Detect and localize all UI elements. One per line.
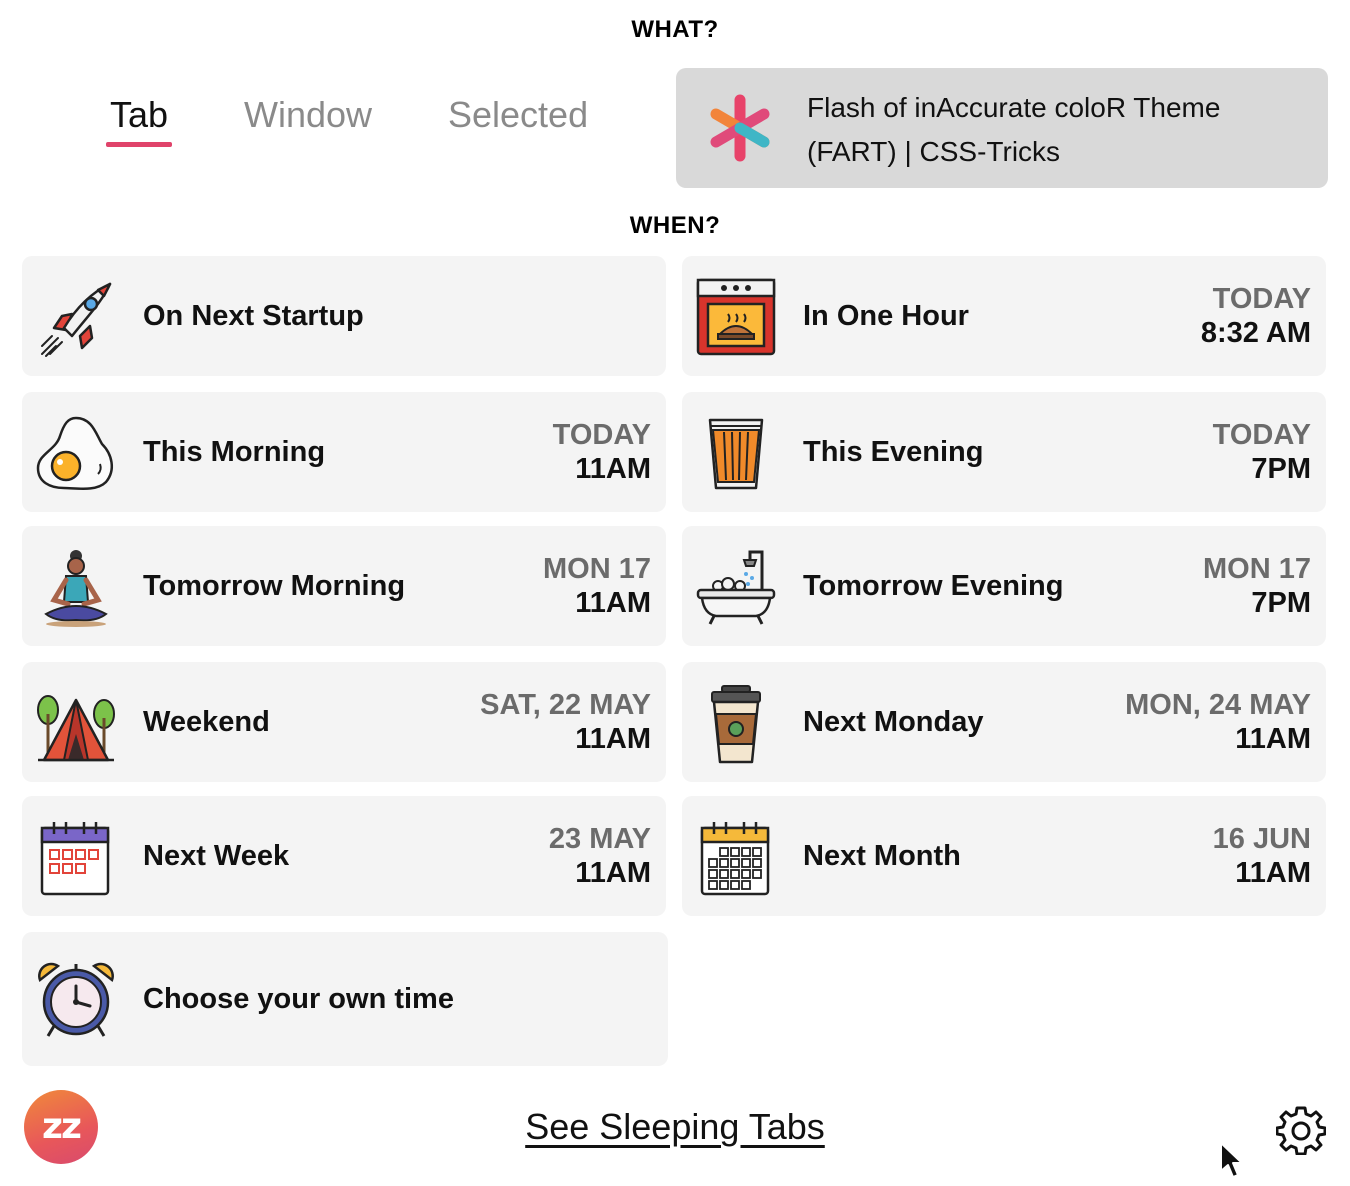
option-this-morning[interactable]: This Morning TODAY 11AM [22,392,666,512]
option-label: Next Month [803,840,961,872]
option-label: Choose your own time [143,983,454,1015]
option-next-month[interactable]: Next Month 16 JUN 11AM [682,796,1326,916]
option-day: TODAY [1212,419,1311,451]
option-day: TODAY [552,419,651,451]
option-day: SAT, 22 MAY [480,689,651,721]
option-day: TODAY [1212,283,1311,315]
alarm-clock-icon [38,962,114,1037]
oven-icon [696,278,776,356]
tab-selected[interactable]: Selected [448,94,588,136]
option-time: 11AM [575,453,651,485]
option-time: 11AM [575,587,651,619]
tent-icon [37,695,115,762]
option-when: MON, 24 MAY 11AM [1125,688,1311,756]
tab-tab-label: Tab [110,94,169,135]
yoga-person-icon [44,550,108,627]
option-tomorrow-morning[interactable]: Tomorrow Morning MON 17 11AM [22,526,666,646]
fried-egg-icon [36,416,114,490]
option-when: TODAY 8:32 AM [1201,282,1311,350]
option-label: Next Week [143,840,290,872]
option-label: Weekend [143,706,270,738]
footer-link-container: See Sleeping Tabs [0,1106,1350,1148]
option-when: MON 17 11AM [543,552,651,620]
option-in-one-hour[interactable]: In One Hour TODAY 8:32 AM [682,256,1326,376]
rocket-icon [41,282,112,357]
month-calendar-icon [700,822,770,896]
option-when: MON 17 7PM [1203,552,1311,620]
week-calendar-icon [40,822,110,896]
coffee-cup-icon [711,685,761,764]
option-label: On Next Startup [143,300,364,332]
selected-page-card: Flash of inAccurate coloR Theme (FART) |… [676,68,1328,188]
option-this-evening[interactable]: This Evening TODAY 7PM [682,392,1326,512]
option-when: TODAY 7PM [1213,418,1311,486]
option-label: Next Monday [803,706,984,738]
option-time: 7PM [1251,453,1311,485]
asterisk-favicon-icon [710,94,770,162]
bathtub-icon [696,550,776,625]
option-label: In One Hour [803,300,969,332]
see-sleeping-tabs-link[interactable]: See Sleeping Tabs [525,1106,825,1147]
option-time: 11AM [1235,857,1311,889]
tab-window[interactable]: Window [244,94,372,136]
option-day: MON 17 [543,553,651,585]
selected-page-title: Flash of inAccurate coloR Theme (FART) |… [807,92,1221,167]
when-heading: WHEN? [629,212,721,239]
option-next-week[interactable]: Next Week 23 MAY 11AM [22,796,666,916]
option-next-monday[interactable]: Next Monday MON, 24 MAY 11AM [682,662,1326,782]
option-day: 23 MAY [548,823,651,855]
option-label: Tomorrow Morning [143,570,406,602]
tab-tab[interactable]: Tab [106,94,173,147]
option-time: 11AM [575,723,651,755]
option-when: TODAY 11AM [553,418,651,486]
active-tab-underline [106,142,173,147]
option-day: 16 JUN [1212,823,1311,855]
option-tomorrow-evening[interactable]: Tomorrow Evening MON 17 7PM [682,526,1326,646]
option-time: 8:32 AM [1200,317,1311,349]
option-weekend[interactable]: Weekend SAT, 22 MAY 11AM [22,662,666,782]
tab-window-label: Window [244,94,373,135]
option-day: MON 17 [1203,553,1311,585]
beer-glass-icon [708,418,764,490]
option-time: 7PM [1251,587,1311,619]
option-time: 11AM [1235,723,1311,755]
option-label: Tomorrow Evening [803,570,1064,602]
option-choose-your-own-time[interactable]: Choose your own time [22,932,668,1066]
what-heading: WHAT? [631,16,719,43]
option-when: 16 JUN 11AM [1213,822,1311,890]
option-when: 23 MAY 11AM [549,822,651,890]
gear-icon[interactable] [1276,1105,1326,1155]
mouse-cursor-icon [1220,1142,1243,1178]
tab-selected-label: Selected [448,94,589,135]
option-label: This Evening [803,436,984,468]
option-on-next-startup[interactable]: On Next Startup [22,256,666,376]
option-label: This Morning [143,436,326,468]
option-time: 11AM [575,857,651,889]
option-day: MON, 24 MAY [1125,689,1311,721]
option-when: SAT, 22 MAY 11AM [480,688,651,756]
